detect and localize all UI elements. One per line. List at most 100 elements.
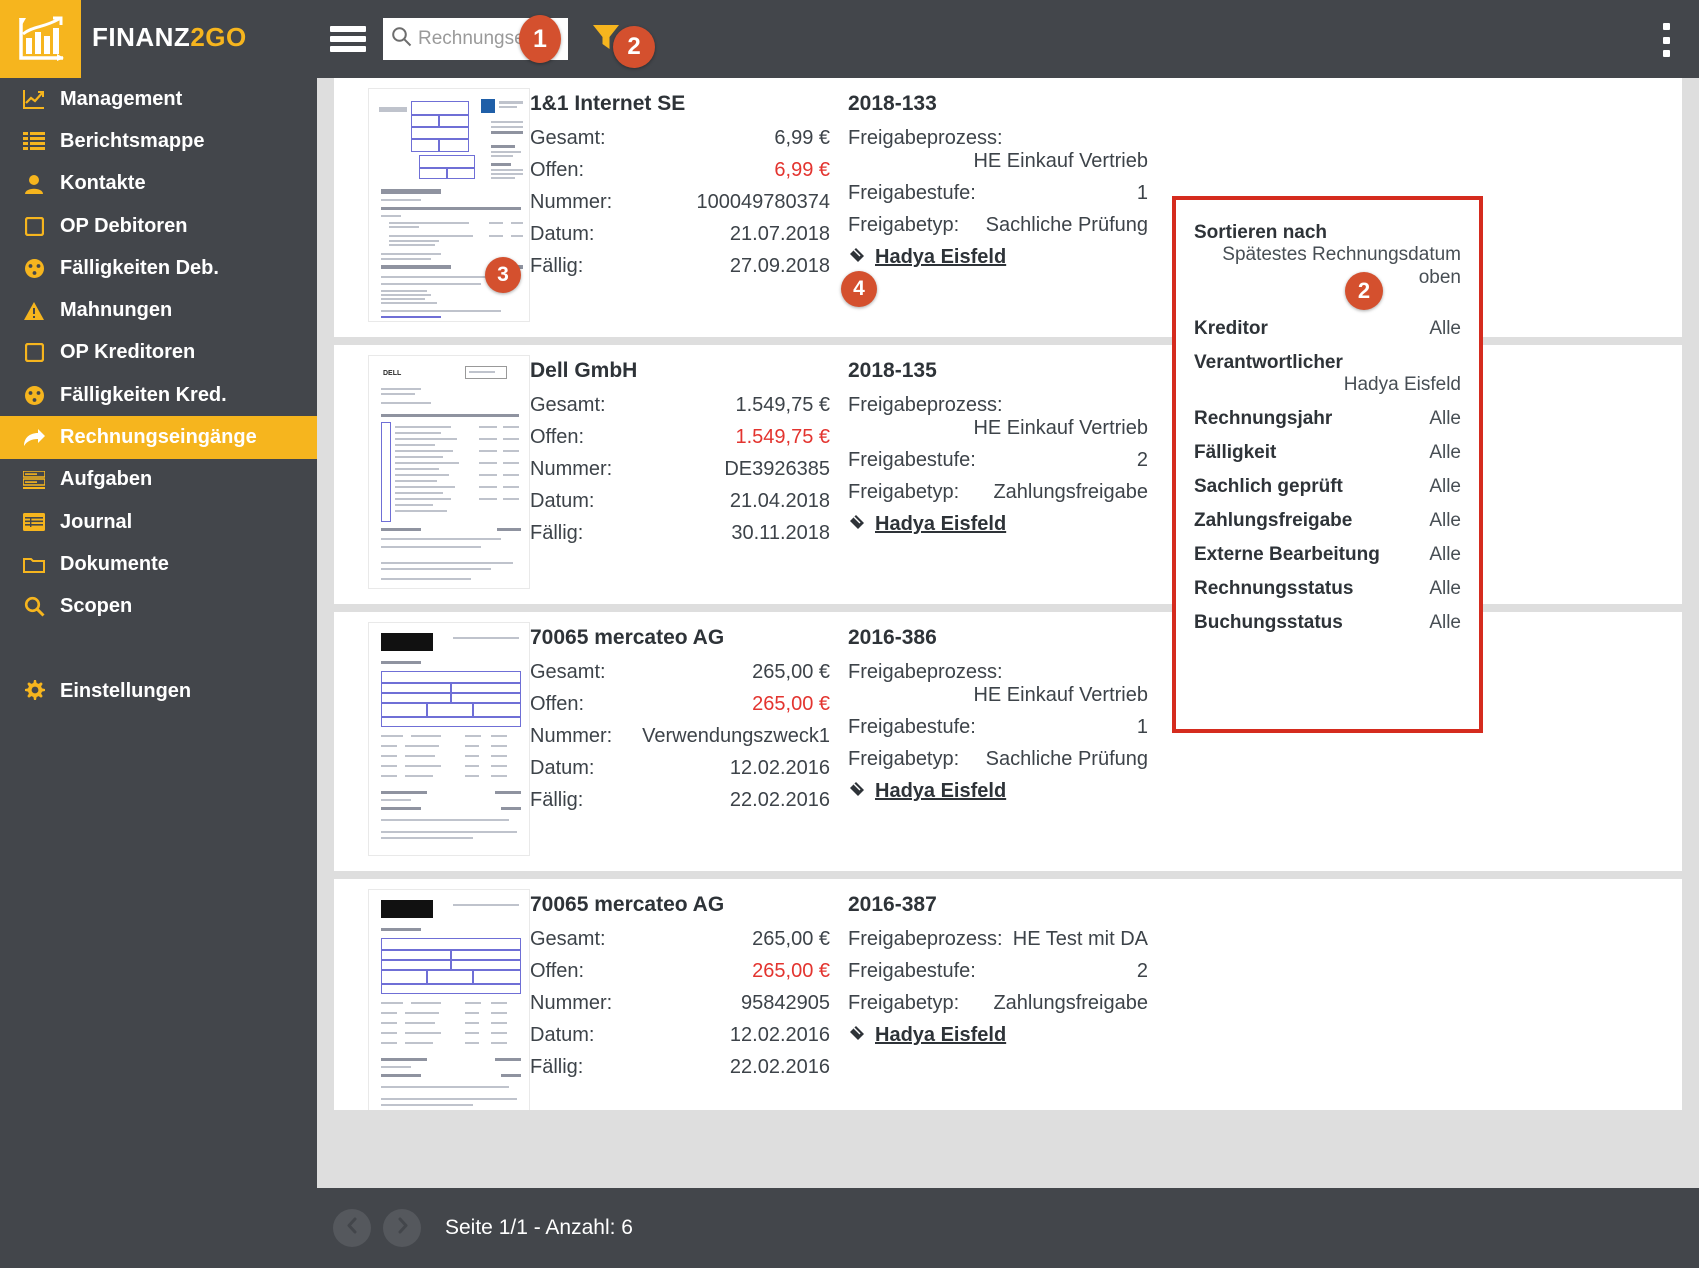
responsible-person-link[interactable]: Hadya Eisfeld <box>848 780 1148 803</box>
tasks-icon <box>17 470 51 489</box>
field-freigabestufe: Freigabestufe: 2 <box>848 449 1148 472</box>
filter-value: Alle <box>1429 510 1461 532</box>
field-label: Fällig: <box>530 522 584 544</box>
sidebar-item-mahnungen[interactable]: Mahnungen <box>0 289 317 331</box>
filter-panel[interactable]: Sortieren nach Spätestes Rechnungsdatum … <box>1172 196 1483 733</box>
invoice-thumbnail-cell[interactable] <box>334 885 530 1110</box>
sidebar-item-scopen[interactable]: Scopen <box>0 586 317 628</box>
app-logo[interactable] <box>0 0 81 78</box>
field-value: 2 <box>1136 960 1148 982</box>
filter-row-rechnungsstatus[interactable]: Rechnungsstatus Alle <box>1194 578 1461 600</box>
annotation-marker-2b: 2 <box>1345 272 1383 310</box>
sidebar-item-label: Journal <box>60 510 133 533</box>
filter-value: Alle <box>1429 317 1461 339</box>
invoice-thumbnail[interactable]: DELL <box>368 355 530 589</box>
sidebar-item-journal[interactable]: Journal <box>0 501 317 543</box>
next-page-button[interactable] <box>383 1209 421 1247</box>
field-value: 12.02.2016 <box>729 1024 830 1046</box>
invoice-thumbnail[interactable] <box>368 622 530 856</box>
chevron-left-icon <box>344 1217 361 1239</box>
filter-value: Spätestes Rechnungsdatum <box>1222 244 1461 265</box>
filter-row-buchungsstatus[interactable]: Buchungsstatus Alle <box>1194 612 1461 634</box>
field-label: Freigabestufe: <box>848 960 976 982</box>
document-number: 2018-135 <box>848 359 937 382</box>
annotation-marker-3: 3 <box>485 257 521 293</box>
filter-value: Hadya Eisfeld <box>1343 373 1461 395</box>
field-freigabeprozess: Freigabeprozess: HE Einkauf Vertrieb <box>848 661 1148 707</box>
filter-row-externe-bearbeitung[interactable]: Externe Bearbeitung Alle <box>1194 544 1461 566</box>
tag-icon <box>848 780 868 803</box>
document-number: 2016-387 <box>848 893 937 916</box>
square-icon <box>17 343 51 363</box>
sidebar-item-op-kreditoren[interactable]: OP Kreditoren <box>0 332 317 374</box>
person-name[interactable]: Hadya Eisfeld <box>875 513 1006 536</box>
field-freigabestufe: Freigabestufe: 2 <box>848 960 1148 983</box>
filter-value: Alle <box>1429 544 1461 566</box>
vertical-dots-icon[interactable] <box>1653 18 1679 62</box>
person-name[interactable]: Hadya Eisfeld <box>875 780 1006 803</box>
invoice-thumbnail[interactable] <box>368 889 530 1110</box>
person-name[interactable]: Hadya Eisfeld <box>875 246 1006 269</box>
field-value: HE Einkauf Vertrieb <box>973 417 1148 439</box>
sidebar-item-berichtsmappe[interactable]: Berichtsmappe <box>0 120 317 162</box>
table-row[interactable]: 70065 mercateo AG Gesamt: 265,00 € Offen… <box>334 879 1682 1110</box>
sidebar-item-aufgaben[interactable]: Aufgaben <box>0 459 317 501</box>
footer-left-strip <box>0 1188 317 1268</box>
field-value: 265,00 € <box>752 661 830 683</box>
sidebar-item-faelligkeiten-kred[interactable]: Fälligkeiten Kred. <box>0 374 317 416</box>
field-faellig: Fällig: 22.02.2016 <box>530 1056 830 1079</box>
sidebar-item-einstellungen[interactable]: Einstellungen <box>0 670 317 712</box>
field-label: Freigabeprozess: <box>848 394 1003 416</box>
sidebar-item-dokumente[interactable]: Dokumente <box>0 543 317 585</box>
filter-row-sachlich-geprueft[interactable]: Sachlich geprüft Alle <box>1194 476 1461 498</box>
field-gesamt: Gesamt: 265,00 € <box>530 928 830 951</box>
invoice-thumbnail-cell[interactable]: DELL <box>334 351 530 589</box>
filter-row-zahlungsfreigabe[interactable]: Zahlungsfreigabe Alle <box>1194 510 1461 532</box>
sidebar-item-kontakte[interactable]: Kontakte <box>0 163 317 205</box>
sidebar-item-label: OP Kreditoren <box>60 341 196 364</box>
field-value: 21.07.2018 <box>729 223 830 245</box>
filter-label: Externe Bearbeitung <box>1194 544 1380 566</box>
sidebar-item-op-debitoren[interactable]: OP Debitoren <box>0 205 317 247</box>
field-label: Nummer: <box>530 191 613 213</box>
person-icon <box>17 174 51 194</box>
responsible-person-link[interactable]: Hadya Eisfeld <box>848 513 1148 536</box>
filter-row-kreditor[interactable]: Kreditor Alle <box>1194 318 1461 340</box>
field-label: Freigabeprozess: <box>848 661 1003 683</box>
invoice-approval-fields: 2016-387 Freigabeprozess: HE Test mit DA… <box>848 885 1148 1047</box>
filter-row-faelligkeit[interactable]: Fälligkeit Alle <box>1194 442 1461 464</box>
field-label: Freigabestufe: <box>848 449 976 471</box>
tag-icon <box>848 246 868 269</box>
sidebar-item-rechnungseingaenge[interactable]: Rechnungseingänge <box>0 416 317 459</box>
sidebar-item-label: Aufgaben <box>60 468 153 491</box>
prev-page-button[interactable] <box>333 1209 371 1247</box>
filter-label: Verantwortlicher <box>1194 351 1343 373</box>
filter-row-verantwortlicher[interactable]: Verantwortlicher Hadya Eisfeld <box>1194 352 1461 397</box>
responsible-person-link[interactable]: Hadya Eisfeld <box>848 246 1148 269</box>
field-label: Freigabeprozess: <box>848 127 1003 149</box>
sidebar-item-label: Fälligkeiten Kred. <box>60 383 227 406</box>
field-nummer: Nummer: 95842905 <box>530 992 830 1015</box>
field-value: Zahlungsfreigabe <box>993 992 1148 1014</box>
sidebar-item-label: Einstellungen <box>60 679 192 702</box>
field-label: Datum: <box>530 1024 595 1046</box>
sidebar-item-faelligkeiten-deb[interactable]: Fälligkeiten Deb. <box>0 247 317 289</box>
field-freigabetyp: Freigabetyp: Zahlungsfreigabe <box>848 992 1148 1015</box>
line-chart-icon <box>17 89 51 110</box>
filter-spacer <box>1194 302 1461 318</box>
field-value: 2 <box>1136 449 1148 471</box>
sidebar-item-label: Management <box>60 87 183 110</box>
field-label: Nummer: <box>530 458 613 480</box>
sidebar-item-management[interactable]: Management <box>0 78 317 120</box>
field-label: Offen: <box>530 426 585 448</box>
field-nummer: Nummer: 100049780374 <box>530 191 830 214</box>
responsible-person-link[interactable]: Hadya Eisfeld <box>848 1024 1148 1047</box>
invoice-thumbnail-cell[interactable] <box>334 618 530 856</box>
filter-label: Rechnungsjahr <box>1194 408 1333 430</box>
filter-value: Alle <box>1429 578 1461 600</box>
invoice-approval-fields: 2018-135 Freigabeprozess: HE Einkauf Ver… <box>848 351 1148 536</box>
hamburger-menu-icon[interactable] <box>330 22 366 56</box>
person-name[interactable]: Hadya Eisfeld <box>875 1024 1006 1047</box>
filter-sort-group[interactable]: Sortieren nach Spätestes Rechnungsdatum … <box>1194 222 1461 290</box>
filter-row-rechnungsjahr[interactable]: Rechnungsjahr Alle <box>1194 408 1461 430</box>
